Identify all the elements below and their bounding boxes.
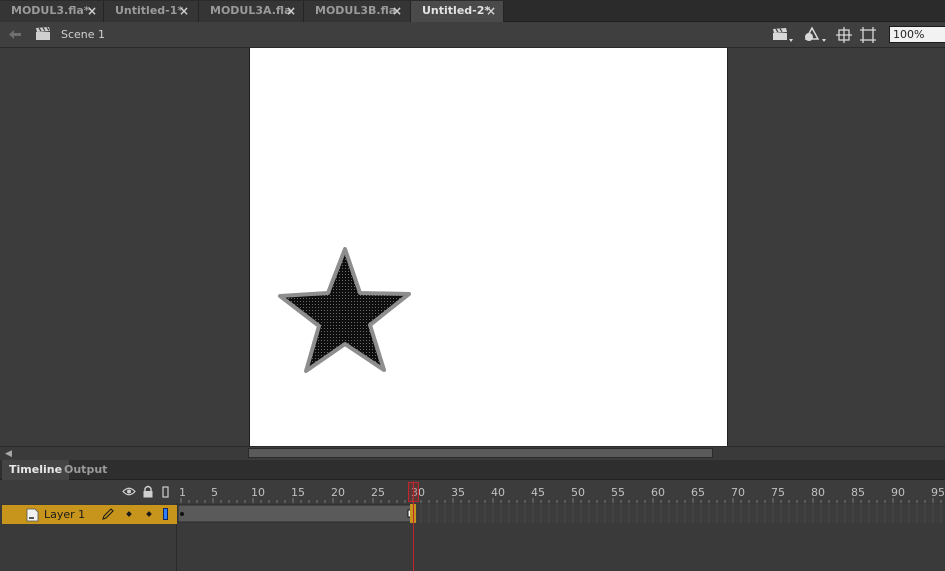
scroll-left-icon[interactable]: ◀ (5, 449, 12, 459)
close-icon[interactable]: × (392, 1, 402, 21)
eye-icon[interactable] (122, 486, 136, 500)
ruler-number: 10 (251, 486, 265, 499)
close-icon[interactable]: × (286, 1, 296, 21)
tab-output[interactable]: Output (57, 460, 114, 480)
scene-label[interactable]: Scene 1 (61, 28, 105, 41)
layer-icon (26, 508, 39, 525)
pasteboard (0, 48, 945, 446)
pencil-icon (102, 508, 114, 523)
close-icon[interactable]: × (179, 1, 189, 21)
ruler-number: 80 (811, 486, 825, 499)
tab-label: Untitled-2* (422, 4, 491, 17)
layer-color-swatch[interactable] (163, 508, 168, 520)
edit-bar: Scene 1 (0, 22, 945, 48)
ruler-number: 90 (891, 486, 905, 499)
zoom-field[interactable] (889, 26, 945, 43)
ruler-number: 75 (771, 486, 785, 499)
ruler-number: 95 (931, 486, 945, 499)
scrollbar-thumb[interactable] (248, 448, 713, 458)
star-shape[interactable] (278, 246, 414, 378)
tab-modul3[interactable]: MODUL3.fla* × (0, 1, 104, 22)
tab-label: MODUL3B.fla (315, 4, 397, 17)
frame-cells[interactable] (177, 504, 945, 523)
tab-label: MODUL3A.fla (210, 4, 292, 17)
outline-icon[interactable] (162, 486, 169, 501)
tab-untitled-1[interactable]: Untitled-1* × (104, 1, 199, 22)
layer-row-layer-1[interactable]: Layer 1 (2, 505, 177, 524)
ruler-number: 55 (611, 486, 625, 499)
keyframe-dot[interactable] (180, 512, 184, 516)
close-icon[interactable]: × (486, 1, 496, 21)
ruler-number: 65 (691, 486, 705, 499)
layer-name[interactable]: Layer 1 (44, 508, 85, 521)
visibility-dot[interactable] (126, 511, 132, 517)
horizontal-scrollbar[interactable]: ◀ (0, 446, 945, 459)
ruler-number: 20 (331, 486, 345, 499)
ruler-number: 25 (371, 486, 385, 499)
back-arrow-icon[interactable] (8, 28, 22, 44)
ruler-number: 5 (211, 486, 218, 499)
ruler-number: 45 (531, 486, 545, 499)
frames-row[interactable] (177, 504, 945, 523)
document-tab-bar: MODUL3.fla* × Untitled-1* × MODUL3A.fla … (0, 0, 945, 22)
edit-scene-icon[interactable] (772, 27, 794, 46)
tab-untitled-2[interactable]: Untitled-2* × (411, 1, 504, 22)
ruler-number: 15 (291, 486, 305, 499)
close-icon[interactable]: × (87, 1, 97, 21)
lock-dot[interactable] (146, 511, 152, 517)
timeline-panel: 1 5 10 15 20 25 30 35 40 45 50 55 60 65 70 75 80 85 90 95 L… (0, 481, 945, 571)
lock-icon[interactable] (142, 485, 154, 501)
tab-modul3a[interactable]: MODUL3A.fla × (199, 1, 304, 22)
ruler-number: 40 (491, 486, 505, 499)
ruler-number: 60 (651, 486, 665, 499)
frame-ruler[interactable]: 1 5 10 15 20 25 30 35 40 45 50 55 60 65 70 75 80 85 90 95 (177, 481, 945, 503)
edit-symbols-icon[interactable] (803, 26, 827, 46)
stage-canvas[interactable] (249, 48, 728, 446)
frame-span[interactable] (177, 504, 415, 523)
ruler-number: 85 (851, 486, 865, 499)
tab-label: MODUL3.fla* (11, 4, 90, 17)
tab-modul3b[interactable]: MODUL3B.fla × (304, 1, 411, 22)
ruler-number: 50 (571, 486, 585, 499)
clip-content-icon[interactable] (860, 27, 876, 46)
ruler-number: 70 (731, 486, 745, 499)
clapperboard-icon (35, 27, 51, 44)
panel-tab-bar: Timeline Output (0, 460, 945, 480)
tab-label: Untitled-1* (115, 4, 184, 17)
layer-list: Layer 1 (0, 503, 177, 571)
playhead-line (413, 481, 414, 571)
timeline-header: 1 5 10 15 20 25 30 35 40 45 50 55 60 65 70 75 80 85 90 95 (0, 481, 945, 503)
ruler-number: 35 (451, 486, 465, 499)
ruler-number: 1 (179, 486, 186, 499)
center-stage-icon[interactable] (836, 27, 852, 46)
